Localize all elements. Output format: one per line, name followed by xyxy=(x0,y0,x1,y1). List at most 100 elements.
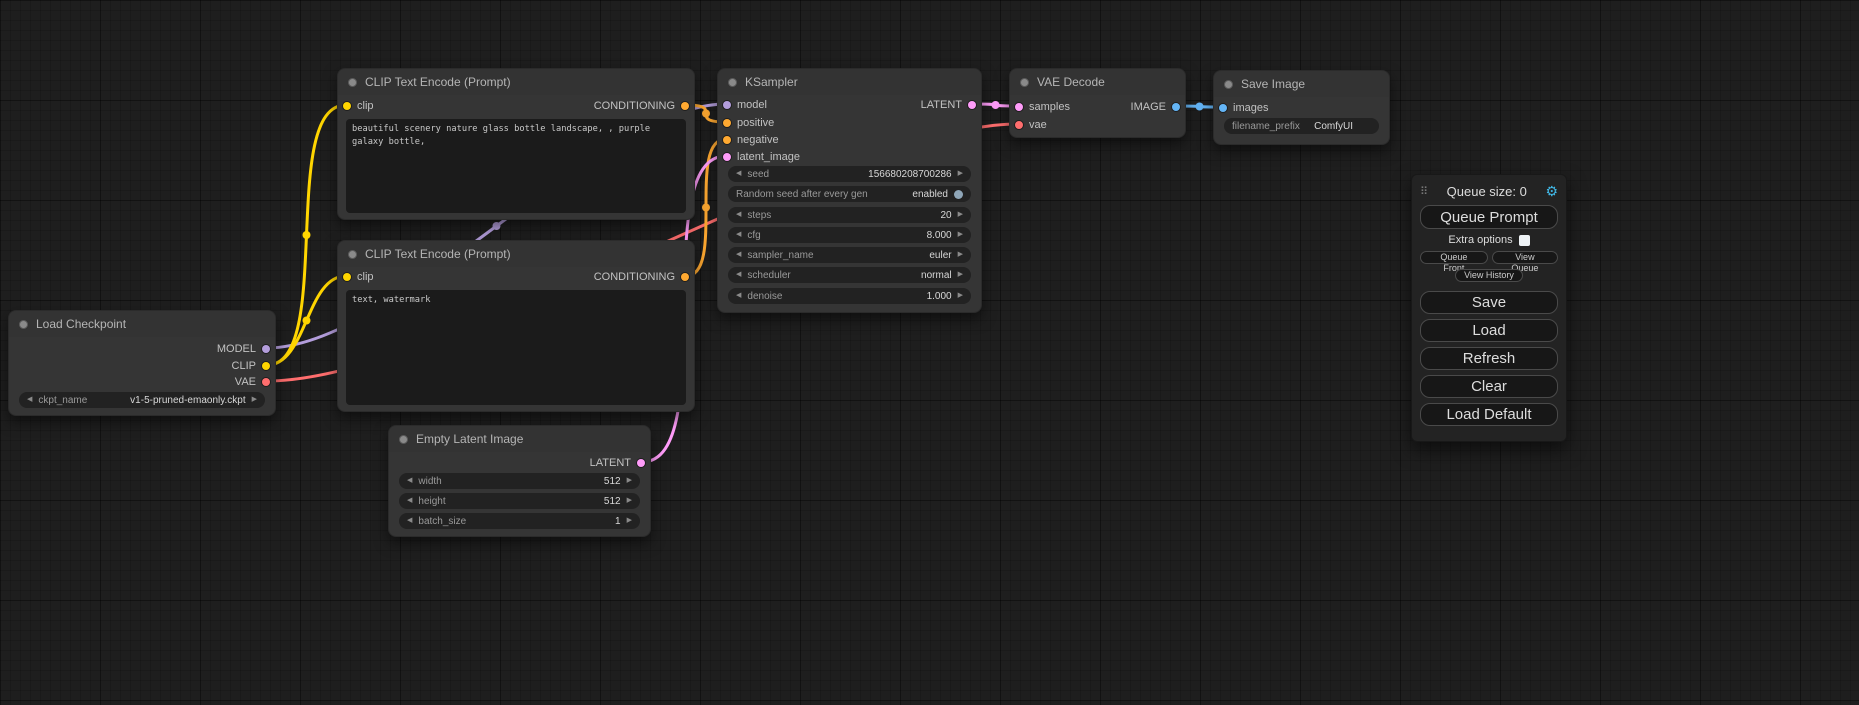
drag-handle-icon[interactable]: ⠿ xyxy=(1420,185,1428,198)
widget-value: 20 xyxy=(940,210,951,221)
view-history-button[interactable]: View History xyxy=(1455,269,1523,282)
collapse-dot-icon[interactable] xyxy=(348,250,357,259)
node-vae-decode[interactable]: VAE DecodesamplesvaeIMAGE xyxy=(1009,68,1186,138)
node-clip-text-encode-positive[interactable]: CLIP Text Encode (Prompt)clipCONDITIONIN… xyxy=(337,68,695,220)
input-port-icon[interactable] xyxy=(723,119,731,127)
decrement-arrow-icon[interactable]: ◀ xyxy=(27,392,32,408)
collapse-dot-icon[interactable] xyxy=(19,320,28,329)
widget-scheduler[interactable]: ◀schedulernormal▶ xyxy=(728,267,971,283)
input-port-icon[interactable] xyxy=(723,153,731,161)
input-port-icon[interactable] xyxy=(343,102,351,110)
extra-options-checkbox[interactable] xyxy=(1519,235,1530,246)
increment-arrow-icon[interactable]: ▶ xyxy=(627,473,632,489)
widget-random-seed-after-every-gen[interactable]: Random seed after every genenabled xyxy=(728,186,971,202)
node-titlebar[interactable]: VAE Decode xyxy=(1010,69,1185,95)
input-port-icon[interactable] xyxy=(723,136,731,144)
input-slot-label: negative xyxy=(737,134,779,146)
collapse-dot-icon[interactable] xyxy=(728,78,737,87)
node-clip-text-encode-negative[interactable]: CLIP Text Encode (Prompt)clipCONDITIONIN… xyxy=(337,240,695,412)
input-port-icon[interactable] xyxy=(343,273,351,281)
node-titlebar[interactable]: CLIP Text Encode (Prompt) xyxy=(338,241,694,267)
widget-value: 512 xyxy=(604,496,621,507)
output-port-icon[interactable] xyxy=(262,345,270,353)
queue-prompt-button[interactable]: Queue Prompt xyxy=(1420,205,1558,229)
input-slot-images: images xyxy=(1219,100,1268,116)
clear-button[interactable]: Clear xyxy=(1420,375,1558,398)
refresh-button[interactable]: Refresh xyxy=(1420,347,1558,370)
link-midpoint-dot xyxy=(702,204,710,212)
collapse-dot-icon[interactable] xyxy=(1020,78,1029,87)
widget-sampler-name[interactable]: ◀sampler_nameeuler▶ xyxy=(728,247,971,263)
increment-arrow-icon[interactable]: ▶ xyxy=(958,227,963,243)
node-titlebar[interactable]: Empty Latent Image xyxy=(389,426,650,452)
queue-front-button[interactable]: Queue Front xyxy=(1420,251,1488,264)
input-slot-label: vae xyxy=(1029,119,1047,131)
widget-ckpt-name[interactable]: ◀ckpt_namev1-5-pruned-emaonly.ckpt▶ xyxy=(19,392,265,408)
queue-panel: ⠿ Queue size: 0 ⚙ Queue Prompt Extra opt… xyxy=(1411,174,1567,442)
widget-value: normal xyxy=(921,270,952,281)
node-titlebar[interactable]: CLIP Text Encode (Prompt) xyxy=(338,69,694,95)
output-port-icon[interactable] xyxy=(1172,103,1180,111)
increment-arrow-icon[interactable]: ▶ xyxy=(958,207,963,223)
node-load-checkpoint[interactable]: Load CheckpointMODELCLIPVAE◀ckpt_namev1-… xyxy=(8,310,276,416)
output-port-icon[interactable] xyxy=(262,362,270,370)
load-button[interactable]: Load xyxy=(1420,319,1558,342)
widget-label: steps xyxy=(747,210,771,221)
toggle-dot-icon[interactable] xyxy=(954,190,963,199)
output-port-icon[interactable] xyxy=(637,459,645,467)
decrement-arrow-icon[interactable]: ◀ xyxy=(736,207,741,223)
decrement-arrow-icon[interactable]: ◀ xyxy=(407,513,412,529)
input-port-icon[interactable] xyxy=(723,101,731,109)
decrement-arrow-icon[interactable]: ◀ xyxy=(736,247,741,263)
node-titlebar[interactable]: Save Image xyxy=(1214,71,1389,97)
widget-filename-prefix[interactable]: filename_prefixComfyUI xyxy=(1224,118,1379,134)
node-save-image[interactable]: Save Image images filename_prefixComfyUI xyxy=(1213,70,1390,145)
node-title-label: Empty Latent Image xyxy=(416,432,523,446)
collapse-dot-icon[interactable] xyxy=(1224,80,1233,89)
widget-denoise[interactable]: ◀denoise1.000▶ xyxy=(728,288,971,304)
input-port-icon[interactable] xyxy=(1219,104,1227,112)
decrement-arrow-icon[interactable]: ◀ xyxy=(736,227,741,243)
decrement-arrow-icon[interactable]: ◀ xyxy=(736,267,741,283)
collapse-dot-icon[interactable] xyxy=(348,78,357,87)
widget-cfg[interactable]: ◀cfg8.000▶ xyxy=(728,227,971,243)
increment-arrow-icon[interactable]: ▶ xyxy=(627,493,632,509)
decrement-arrow-icon[interactable]: ◀ xyxy=(736,288,741,304)
decrement-arrow-icon[interactable]: ◀ xyxy=(736,166,741,182)
collapse-dot-icon[interactable] xyxy=(399,435,408,444)
prompt-textarea[interactable]: beautiful scenery nature glass bottle la… xyxy=(346,119,686,213)
load-default-button[interactable]: Load Default xyxy=(1420,403,1558,426)
increment-arrow-icon[interactable]: ▶ xyxy=(958,267,963,283)
extra-options-row: Extra options xyxy=(1420,234,1558,246)
increment-arrow-icon[interactable]: ▶ xyxy=(627,513,632,529)
decrement-arrow-icon[interactable]: ◀ xyxy=(407,473,412,489)
input-port-icon[interactable] xyxy=(1015,121,1023,129)
node-graph-canvas[interactable]: Load CheckpointMODELCLIPVAE◀ckpt_namev1-… xyxy=(0,0,1859,705)
save-button[interactable]: Save xyxy=(1420,291,1558,314)
increment-arrow-icon[interactable]: ▶ xyxy=(958,166,963,182)
widget-batch-size[interactable]: ◀batch_size1▶ xyxy=(399,513,640,529)
widget-height[interactable]: ◀height512▶ xyxy=(399,493,640,509)
output-slot-label: CONDITIONING xyxy=(594,100,675,112)
link-midpoint-dot xyxy=(702,110,710,118)
view-queue-button[interactable]: View Queue xyxy=(1492,251,1558,264)
output-port-icon[interactable] xyxy=(681,273,689,281)
widget-seed[interactable]: ◀seed156680208700286▶ xyxy=(728,166,971,182)
prompt-textarea[interactable]: text, watermark xyxy=(346,290,686,405)
node-empty-latent-image[interactable]: Empty Latent ImageLATENT◀width512▶◀heigh… xyxy=(388,425,651,537)
settings-gear-icon[interactable]: ⚙ xyxy=(1545,183,1558,200)
output-port-icon[interactable] xyxy=(968,101,976,109)
widget-width[interactable]: ◀width512▶ xyxy=(399,473,640,489)
input-port-icon[interactable] xyxy=(1015,103,1023,111)
increment-arrow-icon[interactable]: ▶ xyxy=(252,392,257,408)
widget-steps[interactable]: ◀ steps 20 ▶ xyxy=(728,207,971,223)
node-ksampler[interactable]: KSamplermodelpositivenegativelatent_imag… xyxy=(717,68,982,313)
output-port-icon[interactable] xyxy=(681,102,689,110)
node-titlebar[interactable]: Load Checkpoint xyxy=(9,311,275,337)
node-titlebar[interactable]: KSampler xyxy=(718,69,981,95)
link-midpoint-dot xyxy=(1196,103,1204,111)
increment-arrow-icon[interactable]: ▶ xyxy=(958,247,963,263)
decrement-arrow-icon[interactable]: ◀ xyxy=(407,493,412,509)
output-port-icon[interactable] xyxy=(262,378,270,386)
increment-arrow-icon[interactable]: ▶ xyxy=(958,288,963,304)
